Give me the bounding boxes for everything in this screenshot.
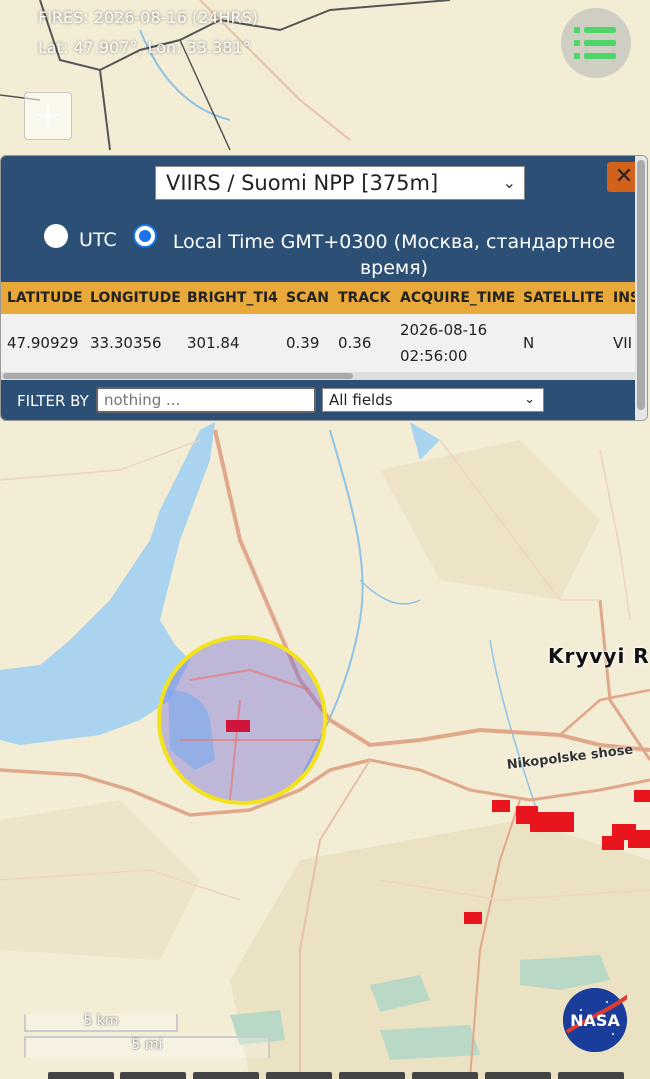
satellite-select[interactable]: VIIRS / Suomi NPP [375m] ⌄ <box>155 166 525 200</box>
panel-header: VIIRS / Suomi NPP [375m] ⌄ ✕ <box>1 156 641 218</box>
filter-field-select[interactable]: All fields ⌄ <box>322 388 544 412</box>
cell-scan: 0.39 <box>286 334 320 352</box>
cell-acquire-time: 2026-08-16 02:56:00 <box>400 317 487 369</box>
local-time-label: Local Time GMT+0300 (Москва, стандартное… <box>172 231 616 279</box>
filter-label: FILTER BY <box>17 392 89 410</box>
scale-km: 5 km <box>83 1013 119 1029</box>
menu-button[interactable] <box>561 8 631 78</box>
cell-longitude: 33.30356 <box>90 334 162 352</box>
nasa-logo: NASA <box>563 988 633 1052</box>
list-menu-icon <box>574 27 616 59</box>
cell-track: 0.36 <box>338 334 372 352</box>
local-time-radio[interactable] <box>133 224 157 248</box>
satellite-select-value: VIIRS / Suomi NPP [375m] <box>166 171 439 195</box>
utc-label: UTC <box>79 229 117 251</box>
column-header[interactable]: SCAN <box>286 282 329 314</box>
coordinates-readout: Lat: 47.907°, Lon: 33.381° <box>38 38 251 57</box>
svg-text:NASA: NASA <box>570 1011 620 1030</box>
close-icon: ✕ <box>614 164 634 189</box>
table-row[interactable]: 47.90929 33.30356 301.84 0.39 0.36 2026-… <box>1 314 635 372</box>
zoom-in-button[interactable]: + <box>24 92 72 140</box>
plus-icon: + <box>33 95 63 135</box>
filter-input[interactable] <box>96 387 316 413</box>
column-header[interactable]: LONGITUDE <box>90 282 181 314</box>
column-header[interactable]: LATITUDE <box>7 282 83 314</box>
utc-radio[interactable] <box>44 224 68 248</box>
scale-mi: 5 mi <box>131 1037 163 1053</box>
selected-fire-pixel <box>226 720 250 732</box>
acquire-clock: 02:56:00 <box>400 347 468 365</box>
horizontal-scrollbar[interactable] <box>1 372 635 380</box>
acquire-date: 2026-08-16 <box>400 321 488 339</box>
column-header[interactable]: ACQUIRE_TIME <box>400 282 515 314</box>
table-header: LATITUDE LONGITUDE BRIGHT_TI4 SCAN TRACK… <box>1 282 640 314</box>
fires-title: FIRES: 2026-08-16 (24HRS) <box>38 8 258 27</box>
column-header[interactable]: SATELLITE <box>523 282 604 314</box>
cell-ins: VII <box>613 334 633 352</box>
filter-field-value: All fields <box>329 391 393 409</box>
column-header[interactable]: TRACK <box>338 282 390 314</box>
cell-bright-ti4: 301.84 <box>187 334 240 352</box>
cell-satellite: N <box>523 334 535 352</box>
chevron-down-icon: ⌄ <box>502 173 516 192</box>
vertical-scrollbar[interactable] <box>635 156 647 420</box>
column-header[interactable]: BRIGHT_TI4 <box>187 282 278 314</box>
time-zone-options: UTC Local Time GMT+0300 (Москва, стандар… <box>1 218 635 282</box>
filter-bar: FILTER BY All fields ⌄ <box>1 380 635 420</box>
cell-latitude: 47.90929 <box>7 334 79 352</box>
city-label: Kryvyi R <box>548 644 650 668</box>
chevron-down-icon: ⌄ <box>524 392 535 407</box>
fire-detail-panel: VIIRS / Suomi NPP [375m] ⌄ ✕ UTC Local T… <box>0 155 648 421</box>
bottom-toolbar <box>0 1072 650 1079</box>
